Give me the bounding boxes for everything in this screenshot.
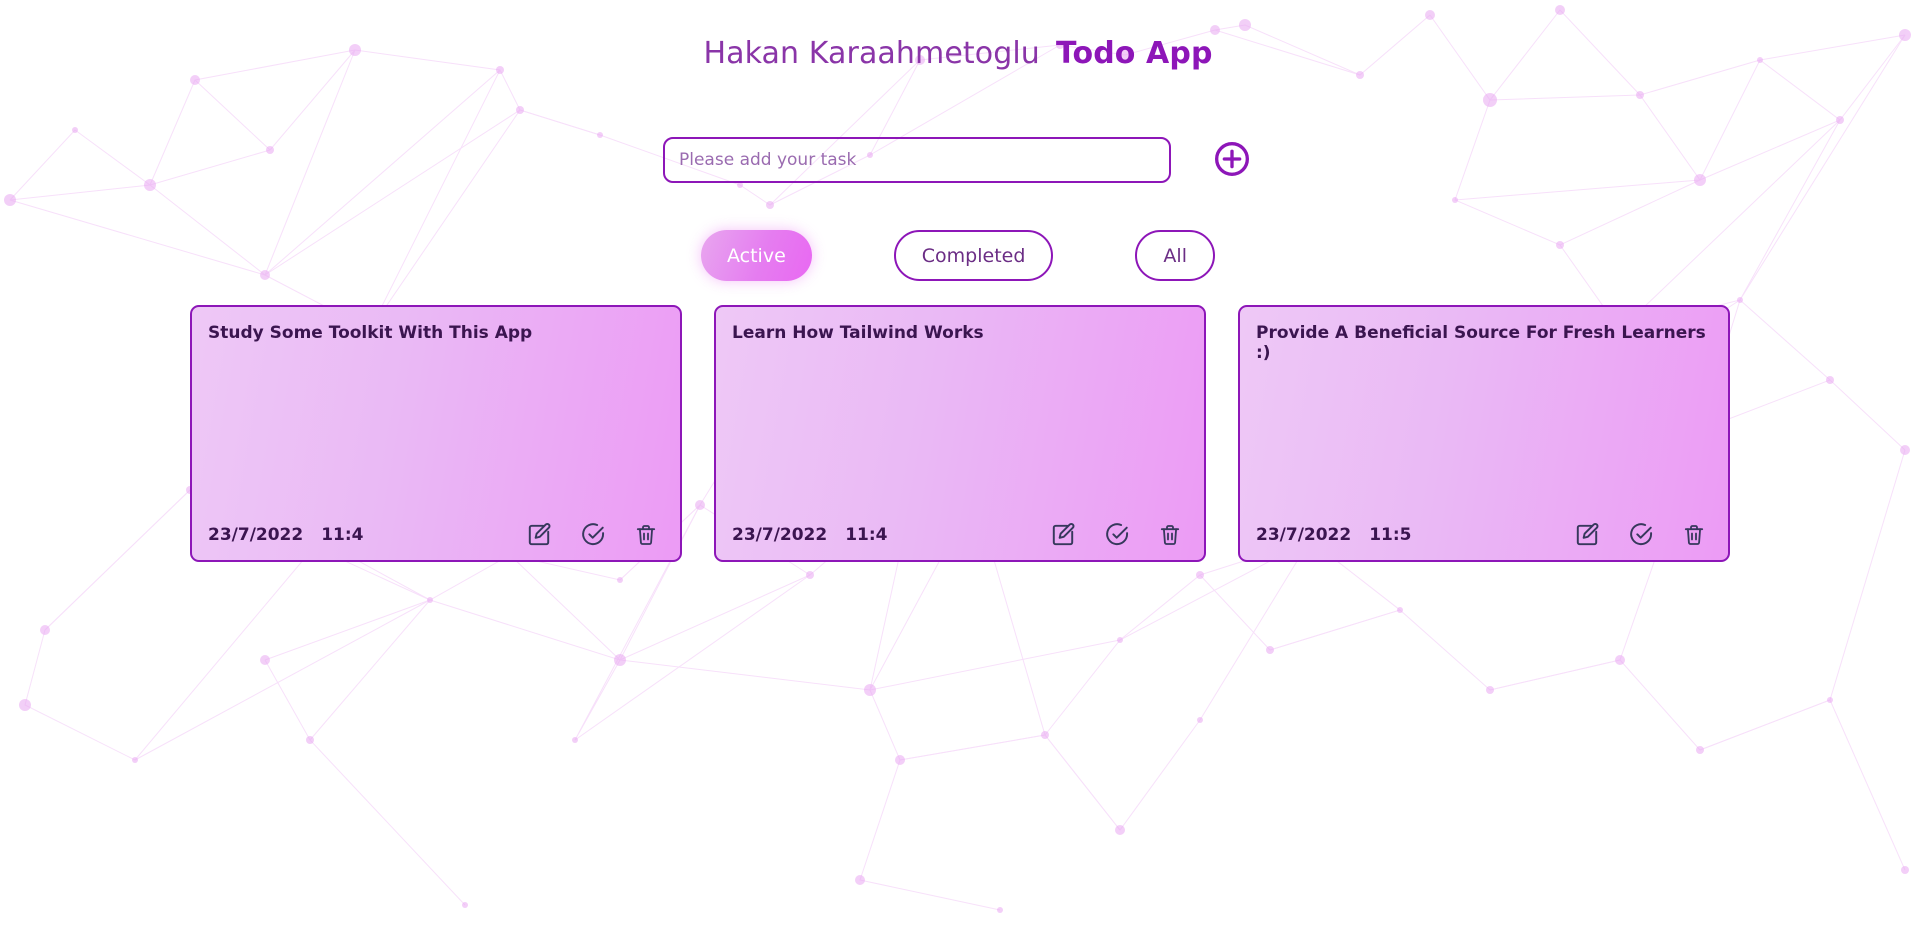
task-input[interactable] [663,137,1171,183]
title-app-name: Todo App [1055,36,1213,71]
todo-card-actions [526,522,658,548]
delete-todo-button[interactable] [634,523,658,547]
edit-todo-button[interactable] [526,522,552,548]
filter-completed-button[interactable]: Completed [893,230,1054,281]
todo-card-date: 23/7/2022 [208,525,304,545]
todo-card[interactable]: Study Some Toolkit With This App 23/7/20… [190,305,682,562]
check-circle-icon [580,522,606,548]
todo-app-root: Hakan Karaahmetoglu Todo App Active Compl… [0,0,1916,927]
edit-pencil-icon [526,522,552,548]
check-circle-icon [1628,522,1654,548]
todo-card-footer: 23/7/2022 11:4 [732,522,1188,548]
todo-card-meta: 23/7/2022 11:5 [1256,525,1412,545]
filter-button-group: Active Completed All [0,230,1916,281]
todo-card-title: Learn How Tailwind Works [732,323,984,343]
todo-card-title: Provide A Beneficial Source For Fresh Le… [1256,323,1706,364]
todo-card-time: 11:4 [845,525,888,545]
add-task-row [0,137,1916,183]
todo-card-actions [1574,522,1706,548]
filter-active-button[interactable]: Active [701,230,812,281]
complete-todo-button[interactable] [1104,522,1130,548]
trash-icon [1158,523,1182,547]
edit-todo-button[interactable] [1574,522,1600,548]
todo-card-footer: 23/7/2022 11:4 [208,522,664,548]
title-author-name: Hakan Karaahmetoglu [703,36,1040,71]
check-circle-icon [1104,522,1130,548]
todo-card-title: Study Some Toolkit With This App [208,323,533,343]
add-task-button[interactable] [1211,139,1253,181]
page-title: Hakan Karaahmetoglu Todo App [0,36,1916,71]
delete-todo-button[interactable] [1682,523,1706,547]
trash-icon [1682,523,1706,547]
complete-todo-button[interactable] [580,522,606,548]
trash-icon [634,523,658,547]
todo-card-meta: 23/7/2022 11:4 [208,525,364,545]
todo-card-list: Study Some Toolkit With This App 23/7/20… [190,305,1730,562]
delete-todo-button[interactable] [1158,523,1182,547]
complete-todo-button[interactable] [1628,522,1654,548]
todo-card-time: 11:5 [1369,525,1412,545]
todo-card[interactable]: Provide A Beneficial Source For Fresh Le… [1238,305,1730,562]
todo-card[interactable]: Learn How Tailwind Works 23/7/2022 11:4 [714,305,1206,562]
todo-card-meta: 23/7/2022 11:4 [732,525,888,545]
todo-card-actions [1050,522,1182,548]
plus-circle-icon [1212,139,1252,182]
todo-card-date: 23/7/2022 [732,525,828,545]
todo-card-footer: 23/7/2022 11:5 [1256,522,1712,548]
todo-card-time: 11:4 [321,525,364,545]
edit-pencil-icon [1574,522,1600,548]
edit-pencil-icon [1050,522,1076,548]
filter-all-button[interactable]: All [1135,230,1215,281]
edit-todo-button[interactable] [1050,522,1076,548]
todo-card-date: 23/7/2022 [1256,525,1352,545]
